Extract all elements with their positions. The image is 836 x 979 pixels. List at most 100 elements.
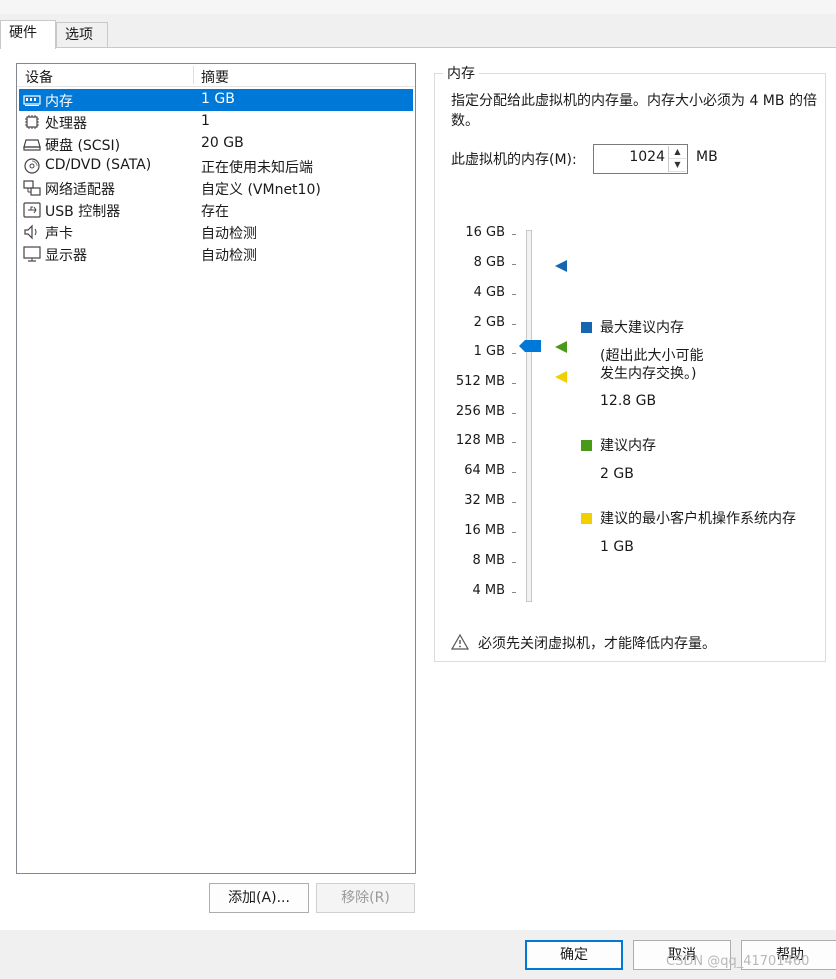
scale-label: 4 GB [473,285,505,300]
device-summary: 1 [201,113,210,129]
max-recommended-title: 最大建议内存 [600,320,684,336]
device-name: CD/DVD (SATA) [45,157,152,173]
min-recommended-marker-icon [555,371,567,383]
device-row-usb-controller[interactable]: USB 控制器 存在 [17,199,415,221]
scale-label: 8 GB [473,255,505,270]
device-row-hard-disk[interactable]: 硬盘 (SCSI) 20 GB [17,133,415,155]
device-list[interactable]: 设备 摘要 内存 1 GB 处理器 1 硬盘 (SCSI) 20 GB CD/D… [16,63,416,874]
scale-tick [512,234,516,235]
scale-tick [512,383,516,384]
usb-icon [23,202,41,218]
device-name: 声卡 [45,226,73,242]
column-separator[interactable] [193,66,194,84]
spin-up-button[interactable]: ▲ [669,146,686,159]
memory-size-value: 1024 [629,149,665,165]
scale-tick [512,532,516,533]
memory-group: 内存 指定分配给此虚拟机的内存量。内存大小必须为 4 MB 的倍数。 此虚拟机的… [434,63,826,662]
min-recommended-legend-swatch [581,513,592,524]
memory-icon [23,95,41,106]
max-recommended-legend-swatch [581,322,592,333]
device-summary: 正在使用未知后端 [201,160,313,176]
cpu-icon [25,115,39,129]
memory-size-input[interactable]: 1024 ▲ ▼ [593,144,688,174]
max-recommended-note-line2: 发生内存交换。) [600,366,697,382]
device-name: 显示器 [45,248,87,264]
scale-label: 256 MB [455,404,505,419]
recommended-legend-swatch [581,440,592,451]
scale-tick [512,413,516,414]
scale-label: 64 MB [464,463,505,478]
watermark: CSDN @qq_41701460 [666,954,810,969]
remove-button[interactable]: 移除(R) [316,883,415,913]
scale-label: 512 MB [455,374,505,389]
scale-label: 16 GB [465,225,505,240]
add-button[interactable]: 添加(A)... [209,883,309,913]
scale-tick [512,264,516,265]
warning-text: 必须先关闭虚拟机，才能降低内存量。 [478,636,716,652]
recommended-value: 2 GB [600,466,634,482]
dialog-footer: 确定 取消 帮助 CSDN @qq_41701460 [0,930,836,979]
device-row-processor[interactable]: 处理器 1 [17,111,415,133]
device-summary: 1 GB [201,91,235,107]
scale-label: 16 MB [464,523,505,538]
device-summary: 自动检测 [201,226,257,242]
scale-tick [512,472,516,473]
device-rows: 内存 1 GB 处理器 1 硬盘 (SCSI) 20 GB CD/DVD (SA… [17,89,415,265]
device-summary: 自动检测 [201,248,257,264]
scale-label: 128 MB [455,433,505,448]
max-recommended-marker-icon [555,260,567,272]
scale-tick [512,592,516,593]
scale-label: 32 MB [464,493,505,508]
column-header-device[interactable]: 设备 [25,67,53,87]
tab-bar: 硬件 选项 [0,14,836,49]
column-header-summary[interactable]: 摘要 [201,67,229,87]
device-summary: 存在 [201,204,229,220]
ok-button[interactable]: 确定 [525,940,623,970]
scale-tick [512,324,516,325]
memory-unit: MB [696,149,718,165]
memory-spinner: ▲ ▼ [668,146,686,172]
device-row-network-adapter[interactable]: 网络适配器 自定义 (VMnet10) [17,177,415,199]
device-row-cd-dvd[interactable]: CD/DVD (SATA) 正在使用未知后端 [17,155,415,177]
scale-tick [512,502,516,503]
scale-label: 2 GB [473,315,505,330]
max-recommended-value: 12.8 GB [600,393,657,409]
tab-options[interactable]: 选项 [56,22,108,48]
device-row-sound-card[interactable]: 声卡 自动检测 [17,221,415,243]
cd-dvd-icon [24,158,40,174]
scale-tick [512,562,516,563]
title-strip [0,0,836,14]
network-adapter-icon [23,180,41,196]
min-recommended-value: 1 GB [600,539,634,555]
tab-hardware[interactable]: 硬件 [0,20,56,49]
memory-group-title: 内存 [443,63,479,83]
scale-tick [512,294,516,295]
warning-icon [451,634,469,650]
memory-description: 指定分配给此虚拟机的内存量。内存大小必须为 4 MB 的倍数。 [451,93,817,129]
min-recommended-title: 建议的最小客户机操作系统内存 [600,511,796,527]
scale-label: 8 MB [472,553,505,568]
scale-label: 4 MB [472,583,505,598]
tab-content: 设备 摘要 内存 1 GB 处理器 1 硬盘 (SCSI) 20 GB CD/D… [0,47,836,930]
device-name: USB 控制器 [45,204,121,220]
recommended-title: 建议内存 [600,438,656,454]
device-row-display[interactable]: 显示器 自动检测 [17,243,415,265]
device-summary: 自定义 (VMnet10) [201,182,321,198]
list-header: 设备 摘要 [17,64,415,87]
monitor-icon [23,246,41,262]
speaker-icon [24,224,37,240]
memory-slider-thumb[interactable] [519,339,541,353]
recommended-marker-icon [555,341,567,353]
scale-tick [512,442,516,443]
hard-disk-icon [23,139,41,151]
memory-field-label: 此虚拟机的内存(M): [451,152,577,168]
device-name: 内存 [45,94,73,110]
device-summary: 20 GB [201,135,244,151]
device-row-memory[interactable]: 内存 1 GB [19,89,413,111]
scale-label: 1 GB [473,344,505,359]
device-name: 处理器 [45,116,87,132]
device-name: 硬盘 (SCSI) [45,138,121,154]
spin-down-button[interactable]: ▼ [669,159,686,172]
scale-tick [512,353,516,354]
memory-slider-track[interactable] [526,230,532,602]
